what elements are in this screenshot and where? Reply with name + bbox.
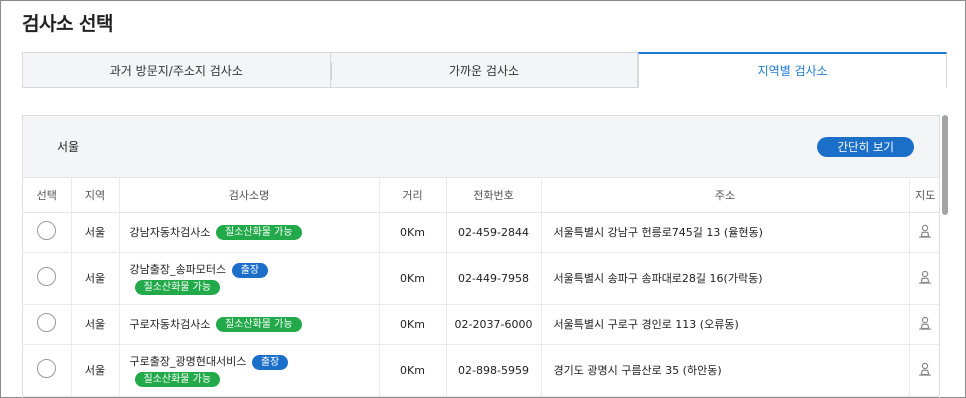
table-row[interactable]: 서울 구로출장_광명현대서비스 출장질소산화물 가능 0Km 02-898-59… (23, 344, 939, 397)
row-distance: 0Km (379, 212, 447, 253)
nox-badge: 질소산화물 가능 (134, 371, 221, 387)
region-bar: 서울 간단히 보기 (23, 116, 939, 178)
column-header-name: 검사소명 (119, 178, 380, 213)
station-table: 선택 지역 검사소명 거리 전화번호 주소 지도 서울 강남자동차검사소 질소산… (23, 178, 939, 397)
column-header-select: 선택 (23, 178, 72, 213)
tab-bar: 과거 방문지/주소지 검사소 가까운 검사소 지역별 검사소 (22, 52, 948, 88)
row-address: 서울특별시 송파구 송파대로28길 16(가락동) (541, 252, 910, 305)
row-region: 서울 (71, 212, 120, 253)
tab-nearby[interactable]: 가까운 검사소 (330, 52, 639, 88)
station-name: 구로자동차검사소 (129, 317, 211, 331)
field-trip-badge: 출장 (231, 262, 268, 278)
map-marker-person-icon[interactable] (918, 270, 932, 284)
nox-badge: 질소산화물 가능 (134, 279, 221, 295)
row-region: 서울 (71, 252, 120, 305)
region-name: 서울 (57, 140, 80, 154)
map-marker-person-icon[interactable] (918, 362, 932, 376)
row-phone: 02-459-2844 (446, 212, 542, 253)
station-name: 강남출장_송파모터스 (129, 263, 227, 276)
table-header-row: 선택 지역 검사소명 거리 전화번호 주소 지도 (23, 178, 939, 213)
column-header-phone: 전화번호 (446, 178, 542, 213)
station-name: 강남자동차검사소 (129, 225, 211, 239)
row-address: 경기도 광명시 구름산로 35 (하안동) (541, 344, 910, 397)
map-marker-person-icon[interactable] (918, 316, 932, 330)
vertical-scrollbar[interactable] (942, 115, 948, 215)
column-header-address: 주소 (541, 178, 910, 213)
nox-badge: 질소산화물 가능 (215, 225, 302, 240)
radio-unchecked-icon[interactable] (37, 267, 57, 286)
column-header-region: 지역 (71, 178, 120, 213)
station-name: 구로출장_광명현대서비스 (129, 355, 247, 368)
radio-unchecked-icon[interactable] (37, 313, 57, 332)
row-address: 서울특별시 구로구 경인로 113 (오류동) (541, 304, 910, 345)
field-trip-badge: 출장 (251, 354, 289, 370)
nox-badge: 질소산화물 가능 (215, 317, 302, 332)
radio-unchecked-icon[interactable] (37, 221, 57, 240)
row-phone: 02-898-5959 (446, 344, 542, 397)
map-marker-person-icon[interactable] (918, 224, 932, 238)
row-distance: 0Km (379, 252, 447, 305)
simple-view-button[interactable]: 간단히 보기 (817, 136, 914, 157)
page-title: 검사소 선택 (22, 13, 114, 35)
column-header-map: 지도 (909, 178, 939, 213)
tab-past-visits[interactable]: 과거 방문지/주소지 검사소 (22, 52, 331, 88)
row-region: 서울 (71, 304, 120, 345)
table-row[interactable]: 서울 강남출장_송파모터스 출장질소산화물 가능 0Km 02-449-7958… (23, 252, 939, 305)
row-phone: 02-449-7958 (446, 252, 542, 305)
row-phone: 02-2037-6000 (446, 304, 542, 345)
row-distance: 0Km (379, 304, 447, 345)
station-list-panel: 서울 간단히 보기 선택 지역 검사소명 거리 전화번호 주소 지도 서울 강남… (22, 115, 940, 398)
row-region: 서울 (71, 344, 120, 397)
table-row[interactable]: 서울 구로자동차검사소 질소산화물 가능 0Km 02-2037-6000 서울… (23, 304, 939, 345)
row-distance: 0Km (379, 344, 447, 397)
column-header-distance: 거리 (379, 178, 447, 213)
table-row[interactable]: 서울 강남자동차검사소 질소산화물 가능 0Km 02-459-2844 서울특… (23, 212, 939, 253)
row-address: 서울특별시 강남구 헌릉로745길 13 (율현동) (541, 212, 910, 253)
tab-by-region[interactable]: 지역별 검사소 (638, 52, 948, 88)
radio-unchecked-icon[interactable] (37, 359, 57, 378)
